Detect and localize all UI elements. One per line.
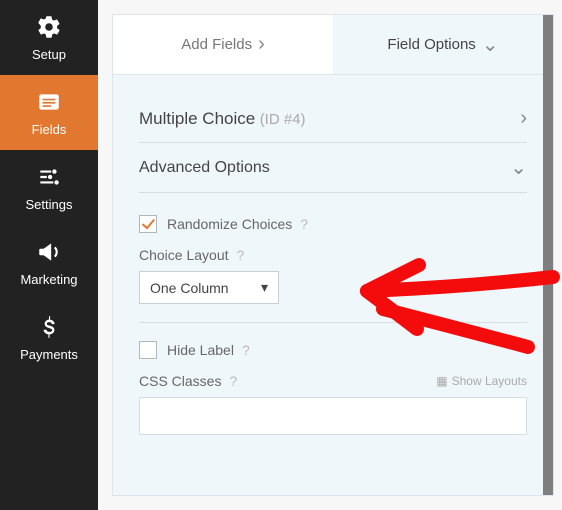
help-icon[interactable]: ? xyxy=(242,342,250,358)
label-css-classes: CSS Classes ? xyxy=(139,373,237,389)
section-multiple-choice[interactable]: Multiple Choice (ID #4) › xyxy=(139,95,527,143)
show-layouts-button[interactable]: ▦ Show Layouts xyxy=(436,374,527,388)
label-hide-label: Hide Label xyxy=(167,342,234,358)
grid-icon: ▦ xyxy=(436,374,447,388)
sidebar: Setup Fields Settings Marketing Payments xyxy=(0,0,98,510)
sidebar-item-payments[interactable]: Payments xyxy=(0,300,98,375)
help-icon[interactable]: ? xyxy=(229,373,237,389)
field-id: (ID #4) xyxy=(260,111,306,128)
chevron-right-icon: › xyxy=(520,107,527,130)
label-randomize-choices: Randomize Choices xyxy=(167,216,292,232)
row-randomize-choices: Randomize Choices ? xyxy=(139,215,527,233)
section-advanced-options[interactable]: Advanced Options ⌄ xyxy=(139,143,527,193)
sidebar-item-label: Payments xyxy=(20,347,78,362)
select-value: One Column xyxy=(150,280,229,296)
chevron-down-icon: ⌄ xyxy=(510,155,527,180)
section-title: Multiple Choice xyxy=(139,109,255,128)
sidebar-item-label: Marketing xyxy=(20,272,77,287)
form-icon xyxy=(35,88,63,116)
checkbox-randomize-choices[interactable] xyxy=(139,215,157,233)
app-root: Setup Fields Settings Marketing Payments xyxy=(0,0,562,510)
tab-label: Add Fields xyxy=(181,36,252,53)
tabs: Add Fields › Field Options ⌄ xyxy=(113,15,553,75)
help-icon[interactable]: ? xyxy=(300,216,308,232)
tab-label: Field Options xyxy=(387,36,475,53)
input-css-classes[interactable] xyxy=(139,397,527,435)
label-choice-layout: Choice Layout ? xyxy=(139,247,527,263)
caret-down-icon: ▾ xyxy=(261,279,268,296)
chevron-right-icon: › xyxy=(258,33,265,56)
sliders-icon xyxy=(35,163,63,191)
content: Multiple Choice (ID #4) › Advanced Optio… xyxy=(113,75,553,445)
tab-field-options[interactable]: Field Options ⌄ xyxy=(333,15,553,74)
row-hide-label: Hide Label ? xyxy=(139,341,527,359)
bullhorn-icon xyxy=(35,238,63,266)
sidebar-item-fields[interactable]: Fields xyxy=(0,75,98,150)
dollar-icon xyxy=(35,313,63,341)
sidebar-item-marketing[interactable]: Marketing xyxy=(0,225,98,300)
gear-icon xyxy=(35,13,63,41)
sidebar-item-label: Setup xyxy=(32,47,66,62)
sidebar-item-label: Settings xyxy=(26,197,73,212)
divider xyxy=(139,322,527,323)
sidebar-item-settings[interactable]: Settings xyxy=(0,150,98,225)
select-choice-layout[interactable]: One Column ▾ xyxy=(139,271,279,304)
tab-add-fields[interactable]: Add Fields › xyxy=(113,15,333,74)
help-icon[interactable]: ? xyxy=(237,247,245,263)
panel-inner: Add Fields › Field Options ⌄ Multiple Ch… xyxy=(112,14,554,496)
chevron-down-icon: ⌄ xyxy=(482,32,499,57)
section-title: Advanced Options xyxy=(139,159,270,177)
main-panel: Add Fields › Field Options ⌄ Multiple Ch… xyxy=(98,0,562,510)
advanced-body: Randomize Choices ? Choice Layout ? One … xyxy=(139,193,527,435)
sidebar-item-label: Fields xyxy=(32,122,67,137)
scrollbar[interactable] xyxy=(543,15,553,495)
checkbox-hide-label[interactable] xyxy=(139,341,157,359)
row-css-classes: CSS Classes ? ▦ Show Layouts xyxy=(139,373,527,389)
sidebar-item-setup[interactable]: Setup xyxy=(0,0,98,75)
